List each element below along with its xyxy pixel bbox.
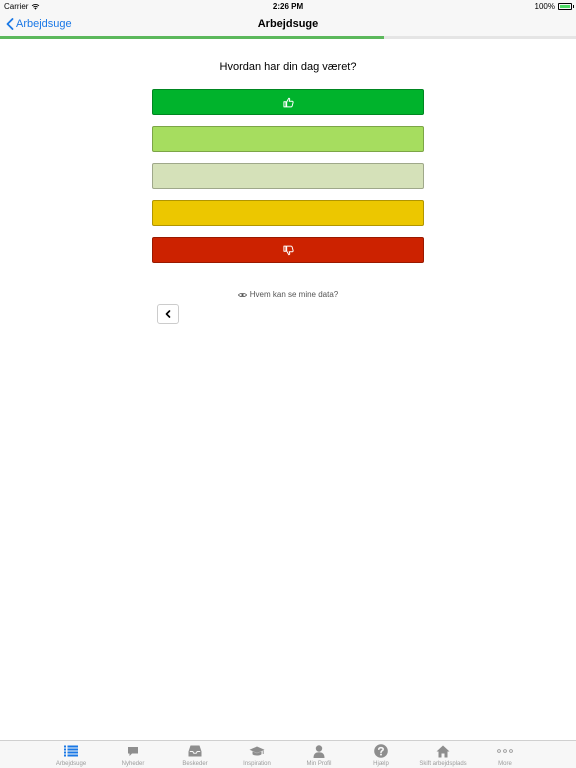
more-icon xyxy=(497,749,513,753)
thumbs-down-icon xyxy=(282,245,294,255)
carrier-label: Carrier xyxy=(4,1,29,11)
status-bar: Carrier 2:26 PM 100% xyxy=(0,0,576,12)
battery-percent: 100% xyxy=(534,1,555,11)
tab-label: Hjælp xyxy=(373,761,389,767)
question-text: Hvordan har din dag været? xyxy=(219,61,357,73)
privacy-link[interactable]: Hvem kan se mine data? xyxy=(0,290,576,299)
previous-button[interactable] xyxy=(157,304,179,324)
tab-arbejdsuge[interactable]: Arbejdsuge xyxy=(40,741,102,768)
battery-icon xyxy=(558,2,574,10)
page-title: Arbejdsuge xyxy=(257,18,319,30)
chevron-left-icon xyxy=(165,310,171,318)
status-right: 100% xyxy=(534,1,574,11)
privacy-link-label: Hvem kan se mine data? xyxy=(249,290,339,299)
tab-bar: Arbejdsuge Nyheder Beskeder Inspiration … xyxy=(0,740,576,768)
tab-bar-items: Arbejdsuge Nyheder Beskeder Inspiration … xyxy=(40,741,536,768)
tab-skift-arbejdsplads[interactable]: Skift arbejdsplads xyxy=(412,741,474,768)
progress-bar-fill xyxy=(0,36,385,39)
home-icon xyxy=(436,745,450,757)
tab-label: Beskeder xyxy=(182,761,208,767)
back-button-label: Arbejdsuge xyxy=(16,18,72,30)
tab-label: More xyxy=(498,761,512,767)
tab-beskeder[interactable]: Beskeder xyxy=(164,741,226,768)
status-time: 2:26 PM xyxy=(272,1,304,11)
help-icon xyxy=(374,744,388,758)
user-icon xyxy=(313,744,325,758)
thumbs-up-icon xyxy=(282,97,294,107)
eye-icon xyxy=(237,292,247,297)
tab-nyheder[interactable]: Nyheder xyxy=(102,741,164,768)
rating-option-4[interactable] xyxy=(152,200,424,226)
rating-option-2[interactable] xyxy=(152,126,424,152)
tab-more[interactable]: More xyxy=(474,741,536,768)
rating-option-5[interactable] xyxy=(152,237,424,263)
tab-label: Nyheder xyxy=(121,761,145,767)
graduation-cap-icon xyxy=(249,746,265,756)
rating-option-3[interactable] xyxy=(152,163,424,189)
chevron-left-icon xyxy=(6,18,14,30)
list-icon xyxy=(64,745,78,757)
tab-label: Arbejdsuge xyxy=(55,761,87,767)
tab-min-profil[interactable]: Min Profil xyxy=(288,741,350,768)
tab-hjaelp[interactable]: Hjælp xyxy=(350,741,412,768)
tab-label: Skift arbejdsplads xyxy=(419,761,467,767)
back-button[interactable]: Arbejdsuge xyxy=(6,12,72,36)
progress-bar xyxy=(0,36,576,39)
chat-icon xyxy=(128,746,138,756)
status-left: Carrier xyxy=(4,2,40,11)
wifi-icon xyxy=(32,3,40,10)
tab-inspiration[interactable]: Inspiration xyxy=(226,741,288,768)
rating-option-1[interactable] xyxy=(152,89,424,115)
tab-label: Min Profil xyxy=(306,761,332,767)
nav-bar: Arbejdsuge Arbejdsuge xyxy=(0,12,576,36)
tab-label: Inspiration xyxy=(243,761,271,767)
inbox-icon xyxy=(188,745,202,757)
